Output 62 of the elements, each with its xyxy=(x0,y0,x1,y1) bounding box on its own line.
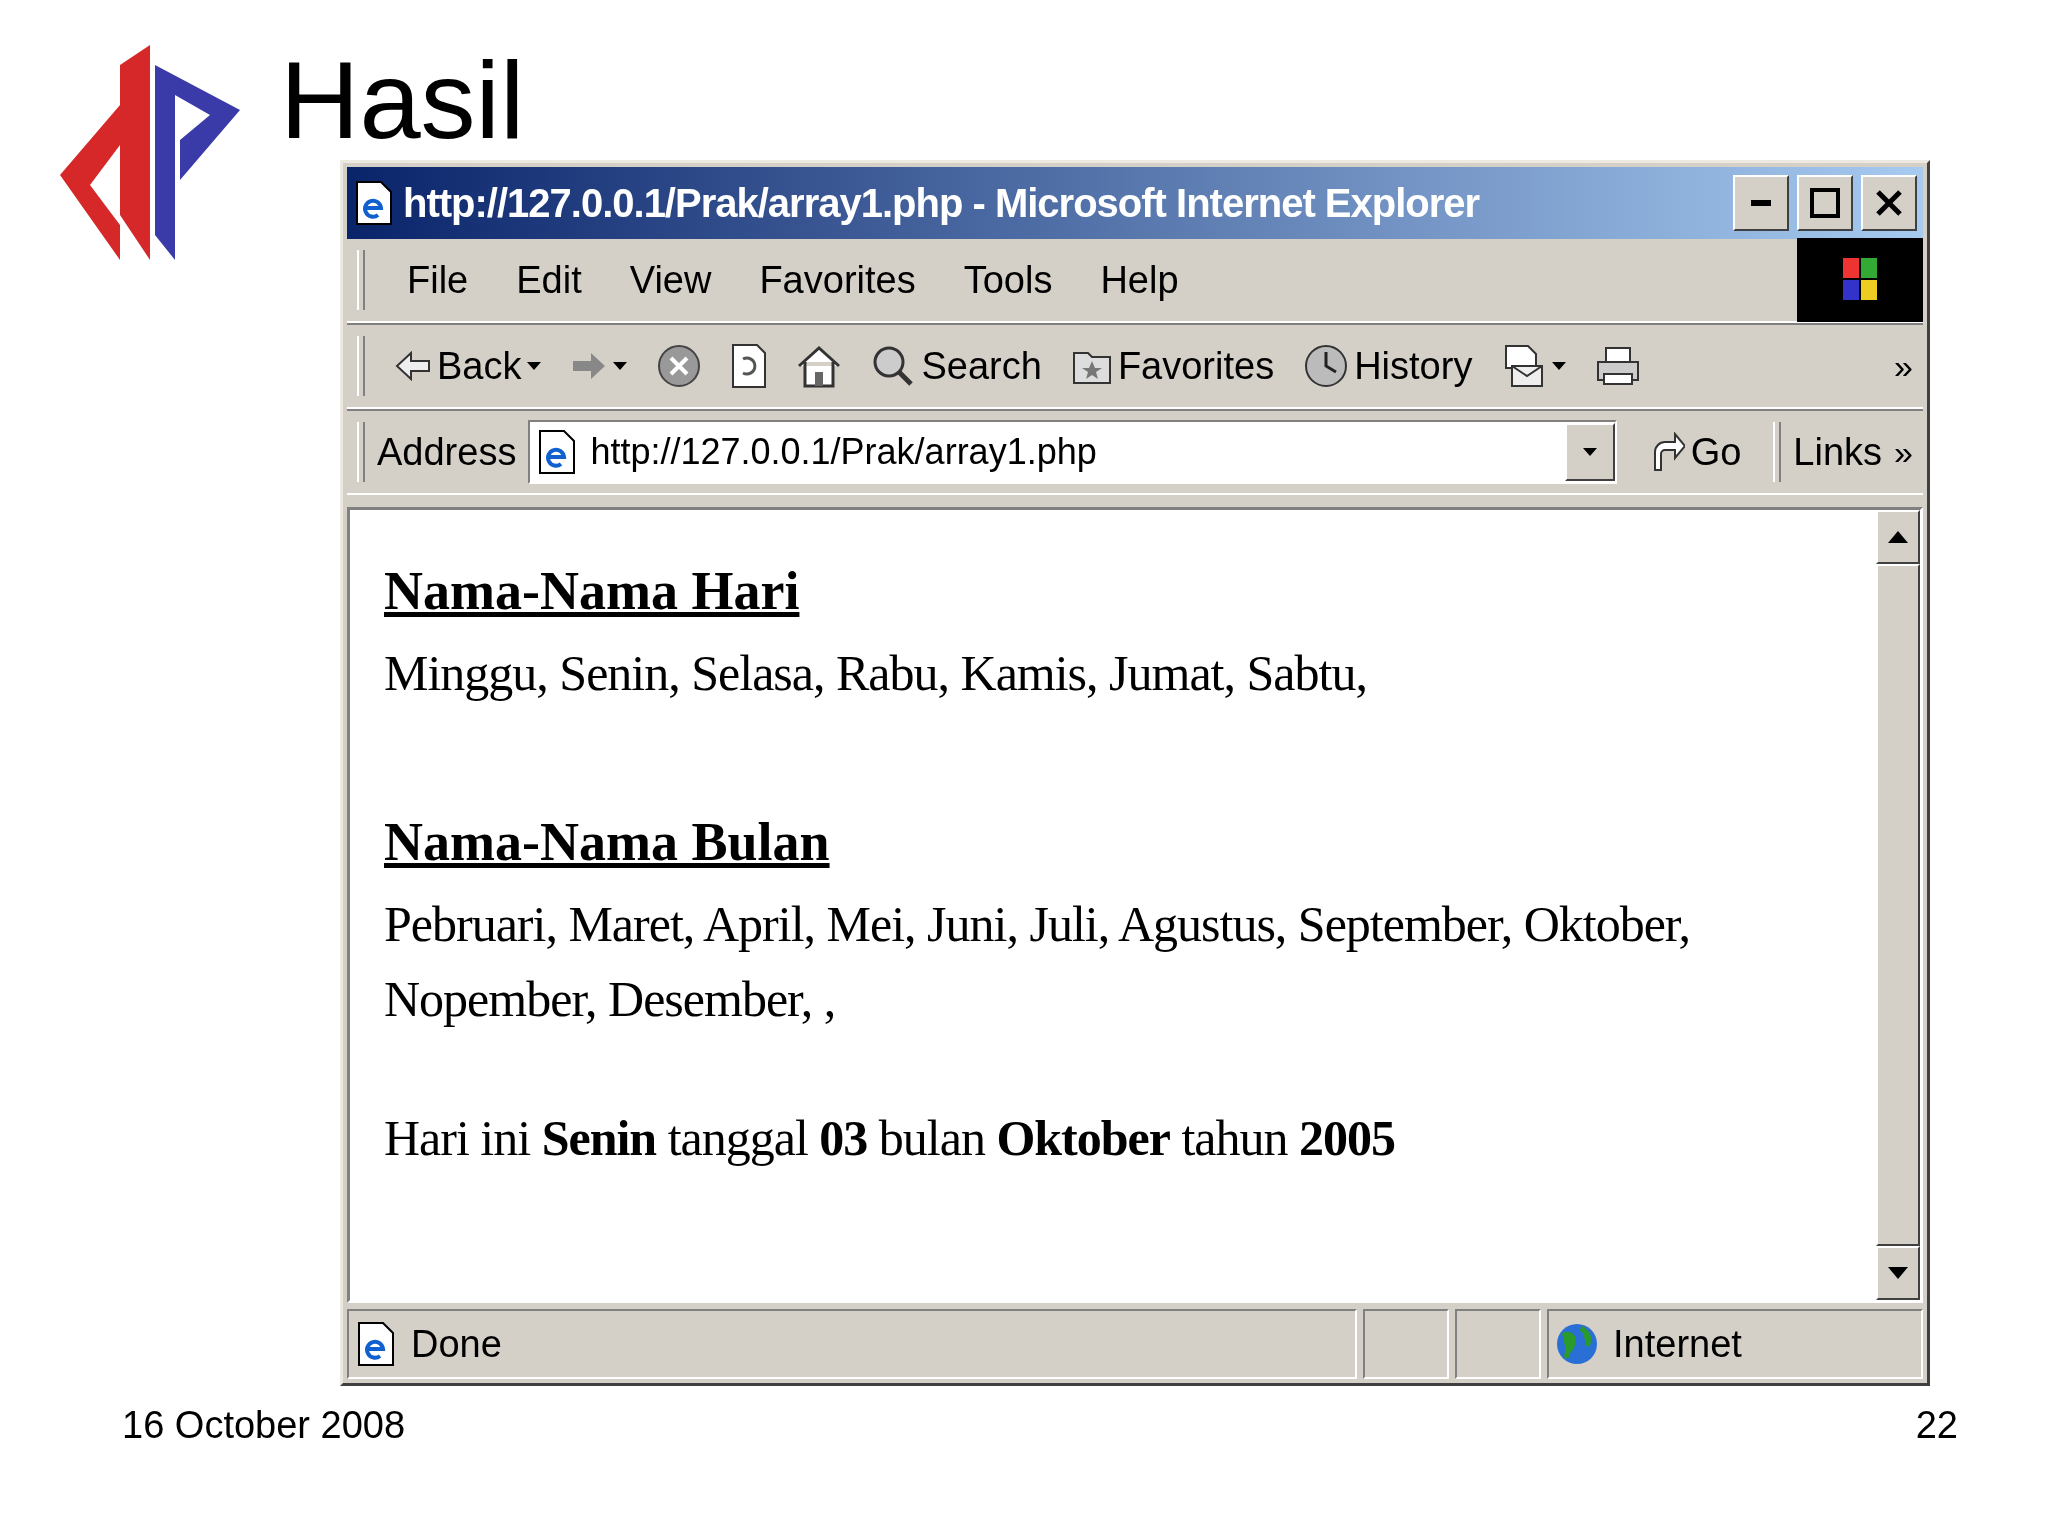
back-button[interactable]: Back xyxy=(395,344,542,388)
toolbar-grip[interactable] xyxy=(1773,422,1782,482)
go-button[interactable]: Go xyxy=(1628,430,1762,474)
back-arrow-icon xyxy=(395,351,431,381)
scroll-down-arrow-icon xyxy=(1888,1267,1908,1279)
browser-page-icon xyxy=(353,180,395,226)
maximize-button[interactable] xyxy=(1797,175,1853,231)
toolbar-grip[interactable] xyxy=(357,336,365,396)
page-number: 22 xyxy=(1915,1404,1958,1447)
minimize-button[interactable] xyxy=(1733,175,1789,231)
windows-logo-icon xyxy=(1797,238,1923,322)
stop-icon xyxy=(657,344,702,388)
print-button[interactable] xyxy=(1596,346,1641,386)
refresh-button[interactable] xyxy=(731,343,768,389)
menu-item[interactable]: Help xyxy=(1094,254,1185,306)
history-button[interactable]: History xyxy=(1304,344,1473,388)
address-field[interactable]: http://127.0.0.1/Prak/array1.php xyxy=(528,420,1617,484)
slide-title: Hasil xyxy=(280,45,525,155)
page-heading: Nama-Nama Hari xyxy=(384,560,801,622)
logo-icon xyxy=(60,45,240,260)
window-title: http://127.0.0.1/Prak/array1.php - Microsoft Internet Explorer xyxy=(403,180,1481,226)
browser-page-icon xyxy=(355,1321,397,1367)
home-icon xyxy=(797,344,842,388)
dropdown-button[interactable] xyxy=(1564,423,1615,481)
caret-icon xyxy=(1582,448,1597,456)
globe-icon xyxy=(1555,1322,1599,1366)
page-text: Hari ini Senin tanggal 03 bulan Oktober tahun 2005 xyxy=(384,1109,1397,1168)
scroll-up-arrow-icon xyxy=(1888,531,1908,543)
page-text: Minggu, Senin, Selasa, Rabu, Kamis, Jumat, Sabtu, xyxy=(384,644,1368,703)
menu-item[interactable]: Tools xyxy=(957,254,1059,306)
caret-icon xyxy=(527,362,542,370)
page-heading: Nama-Nama Bulan xyxy=(384,811,831,873)
toolbar-grip[interactable] xyxy=(357,250,365,310)
menu-item[interactable]: File xyxy=(401,254,475,306)
maximize-icon xyxy=(1810,188,1840,218)
status-text: Done xyxy=(411,1322,502,1366)
menu-item[interactable]: Favorites xyxy=(753,254,922,306)
caret-icon xyxy=(613,362,628,370)
links-chevron[interactable]: » xyxy=(1894,432,1913,472)
forward-button[interactable] xyxy=(571,351,628,381)
more-chevron[interactable]: » xyxy=(1894,346,1913,386)
close-button[interactable] xyxy=(1861,175,1917,231)
mail-button[interactable] xyxy=(1502,344,1567,388)
stop-button[interactable] xyxy=(657,344,702,388)
close-icon xyxy=(1875,189,1903,217)
home-button[interactable] xyxy=(797,344,842,388)
printer-icon xyxy=(1596,346,1641,386)
page-text: Pebruari, Maret, April, Mei, Juni, Juli, Agustus, September, Oktober, Nopember, Desember, , xyxy=(384,895,1691,1029)
address-label: Address xyxy=(377,430,517,474)
zone-text: Internet xyxy=(1613,1322,1742,1366)
scroll-up-button[interactable] xyxy=(1876,510,1920,564)
menu-item[interactable]: Edit xyxy=(510,254,588,306)
favorites-button[interactable]: Favorites xyxy=(1071,344,1275,388)
minimize-icon xyxy=(1751,200,1771,206)
caret-icon xyxy=(1552,362,1567,370)
refresh-icon xyxy=(731,343,768,389)
links-button[interactable]: Links xyxy=(1793,430,1883,474)
scroll-down-button[interactable] xyxy=(1876,1246,1920,1300)
menu-item[interactable]: View xyxy=(623,254,718,306)
search-button[interactable]: Search xyxy=(871,344,1042,388)
slide-date: 16 October 2008 xyxy=(122,1404,406,1447)
toolbar-grip[interactable] xyxy=(357,422,365,482)
